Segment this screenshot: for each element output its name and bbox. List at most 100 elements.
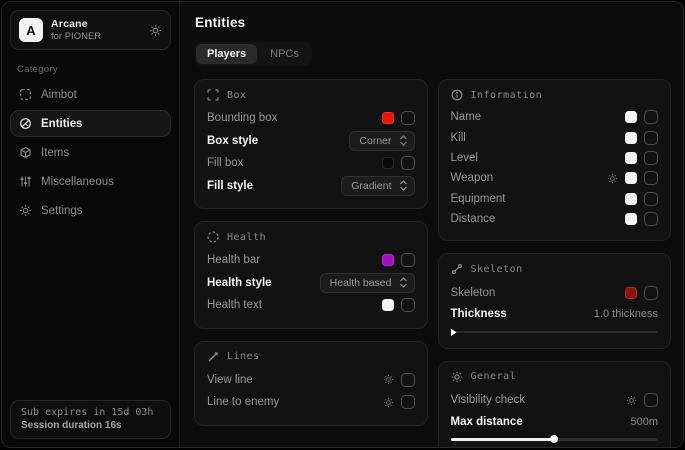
- sidebar-item-label: Miscellaneous: [41, 176, 114, 188]
- panel-title: Lines: [227, 351, 260, 362]
- chevron-up-down-icon: [399, 180, 408, 191]
- color-swatch[interactable]: [625, 172, 637, 184]
- color-swatch[interactable]: [382, 299, 394, 311]
- setting-row-distance: Distance: [451, 209, 659, 229]
- checkbox[interactable]: [644, 131, 658, 145]
- setting-row-health-text: Health text: [207, 294, 415, 317]
- app-title: Arcane: [51, 18, 141, 30]
- checkbox[interactable]: [401, 395, 415, 409]
- panel-general-header: General: [451, 371, 659, 383]
- checkbox[interactable]: [644, 110, 658, 124]
- sidebar-item-miscellaneous[interactable]: Miscellaneous: [10, 168, 171, 195]
- thickness-value: 1.0 thickness: [594, 308, 658, 320]
- sidebar: A Arcane for PIONER Category Aim: [2, 2, 180, 447]
- setting-row-bounding-box: Bounding box: [207, 107, 415, 130]
- row-config-gear-icon[interactable]: [626, 395, 637, 406]
- sidebar-item-label: Entities: [41, 118, 83, 130]
- color-swatch[interactable]: [625, 111, 637, 123]
- sidebar-item-entities[interactable]: Entities: [10, 110, 171, 137]
- slider-fill: [451, 438, 555, 441]
- color-swatch[interactable]: [625, 213, 637, 225]
- thickness-slider[interactable]: [451, 328, 659, 337]
- setting-row-level: Level: [451, 148, 659, 168]
- main-content: Entities Players NPCs Box: [180, 2, 683, 447]
- page-title: Entities: [195, 15, 671, 30]
- panel-box: Box Bounding box Box style Corne: [194, 79, 428, 209]
- chevron-up-down-icon: [399, 135, 408, 146]
- row-config-gear-icon[interactable]: [383, 374, 394, 385]
- app-logo-card: A Arcane for PIONER: [10, 10, 171, 50]
- aimbot-crosshair-icon: [19, 88, 32, 101]
- panel-title: General: [471, 371, 517, 382]
- checkbox[interactable]: [644, 192, 658, 206]
- sub-expiry-text: Sub expires in 15d 03h: [21, 407, 160, 418]
- bone-icon: [451, 263, 463, 275]
- row-config-gear-icon[interactable]: [607, 173, 618, 184]
- setting-row-health-bar: Health bar: [207, 249, 415, 272]
- app-logo-letter: A: [26, 23, 35, 38]
- panel-lines: Lines View line: [194, 341, 428, 426]
- panel-information-header: Information: [451, 89, 659, 101]
- color-swatch[interactable]: [625, 132, 637, 144]
- color-swatch[interactable]: [625, 193, 637, 205]
- checkbox[interactable]: [401, 373, 415, 387]
- app-logo: A: [19, 18, 43, 42]
- setting-row-weapon: Weapon: [451, 168, 659, 188]
- checkbox[interactable]: [644, 393, 658, 407]
- settings-gear-icon: [19, 204, 32, 217]
- session-duration-text: Session duration 16s: [21, 420, 160, 431]
- panel-columns: Box Bounding box Box style Corne: [194, 79, 671, 447]
- panel-information: Information Name Kill: [438, 79, 672, 241]
- color-swatch[interactable]: [382, 157, 394, 169]
- color-swatch[interactable]: [625, 287, 637, 299]
- checkbox[interactable]: [401, 298, 415, 312]
- sidebar-item-label: Items: [41, 147, 69, 159]
- color-swatch[interactable]: [625, 152, 637, 164]
- checkbox[interactable]: [644, 151, 658, 165]
- setting-row-equipment: Equipment: [451, 189, 659, 209]
- health-style-dropdown[interactable]: Health based: [320, 273, 415, 293]
- color-swatch[interactable]: [382, 254, 394, 266]
- tab-npcs[interactable]: NPCs: [259, 44, 310, 64]
- setting-row-skeleton: Skeleton: [451, 281, 659, 304]
- box-style-dropdown[interactable]: Corner: [349, 131, 414, 151]
- setting-row-line-to-enemy: Line to enemy: [207, 391, 415, 414]
- panel-skeleton-header: Skeleton: [451, 263, 659, 275]
- panel-skeleton: Skeleton Skeleton Thickness 1.0 thicknes…: [438, 253, 672, 349]
- color-swatch[interactable]: [382, 112, 394, 124]
- sidebar-item-items[interactable]: Items: [10, 139, 171, 166]
- checkbox[interactable]: [401, 111, 415, 125]
- row-config-gear-icon[interactable]: [383, 397, 394, 408]
- sidebar-item-label: Aimbot: [41, 89, 77, 101]
- sidebar-item-aimbot[interactable]: Aimbot: [10, 81, 171, 108]
- checkbox[interactable]: [401, 156, 415, 170]
- app-subtitle: for PIONER: [51, 31, 141, 42]
- box-corners-icon: [207, 89, 219, 101]
- setting-row-view-line: View line: [207, 369, 415, 392]
- checkbox[interactable]: [644, 286, 658, 300]
- checkbox[interactable]: [644, 212, 658, 226]
- chevron-up-down-icon: [399, 277, 408, 288]
- max-distance-value: 500m: [630, 416, 658, 428]
- setting-row-name: Name: [451, 107, 659, 127]
- setting-row-box-style: Box style Corner: [207, 130, 415, 153]
- information-icon: [451, 89, 463, 101]
- setting-row-fill-style: Fill style Gradient: [207, 175, 415, 198]
- slider-thumb[interactable]: [451, 328, 457, 336]
- app-window: A Arcane for PIONER Category Aim: [1, 1, 684, 448]
- slider-thumb[interactable]: [550, 435, 558, 443]
- checkbox[interactable]: [644, 171, 658, 185]
- panel-health-header: Health: [207, 231, 415, 243]
- panel-general: General Visibility check: [438, 361, 672, 447]
- fill-style-dropdown[interactable]: Gradient: [341, 176, 414, 196]
- max-distance-slider[interactable]: [451, 435, 659, 444]
- setting-row-visibility-check: Visibility check: [451, 389, 659, 412]
- general-sun-icon: [451, 371, 463, 383]
- sidebar-item-settings[interactable]: Settings: [10, 197, 171, 224]
- account-settings-gear-icon[interactable]: [149, 24, 162, 37]
- checkbox[interactable]: [401, 253, 415, 267]
- panel-lines-header: Lines: [207, 351, 415, 363]
- setting-row-health-style: Health style Health based: [207, 272, 415, 295]
- panel-title: Information: [471, 90, 543, 101]
- tab-players[interactable]: Players: [196, 44, 257, 64]
